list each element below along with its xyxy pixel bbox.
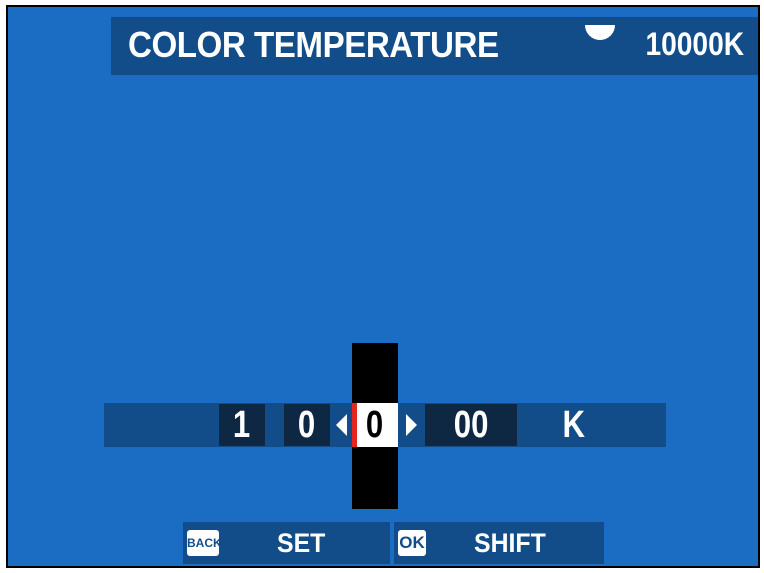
title-bar: COLOR TEMPERATURE 10000K [111, 17, 758, 75]
unit-text: K [562, 404, 585, 446]
digit-3-label: 0 [366, 404, 384, 446]
digit-2[interactable]: 0 [284, 404, 330, 446]
ok-badge-icon: OK [398, 530, 426, 556]
unit-label: K [560, 403, 587, 447]
digit-4[interactable]: 00 [425, 404, 517, 446]
shift-button[interactable]: OK SHIFT [394, 522, 604, 564]
digit-1[interactable]: 1 [219, 404, 265, 446]
cursor-marker [352, 403, 357, 447]
white-balance-icon [585, 25, 615, 40]
back-badge-icon: BACK [187, 530, 222, 556]
set-button-label: SET [277, 528, 326, 558]
set-button[interactable]: BACK SET [183, 522, 390, 564]
camera-screen: COLOR TEMPERATURE 10000K 1 0 0 00 K BACK… [6, 5, 760, 568]
arrow-left-icon[interactable] [336, 414, 347, 436]
digit-1-label: 1 [233, 404, 251, 446]
arrow-right-icon[interactable] [406, 414, 417, 436]
digit-4-label: 00 [453, 404, 489, 446]
current-temperature-value: 10000K [645, 26, 744, 62]
page-title: COLOR TEMPERATURE [128, 24, 499, 65]
digit-2-label: 0 [298, 404, 316, 446]
digit-3-selected[interactable]: 0 [352, 403, 398, 447]
shift-button-label: SHIFT [474, 528, 546, 558]
